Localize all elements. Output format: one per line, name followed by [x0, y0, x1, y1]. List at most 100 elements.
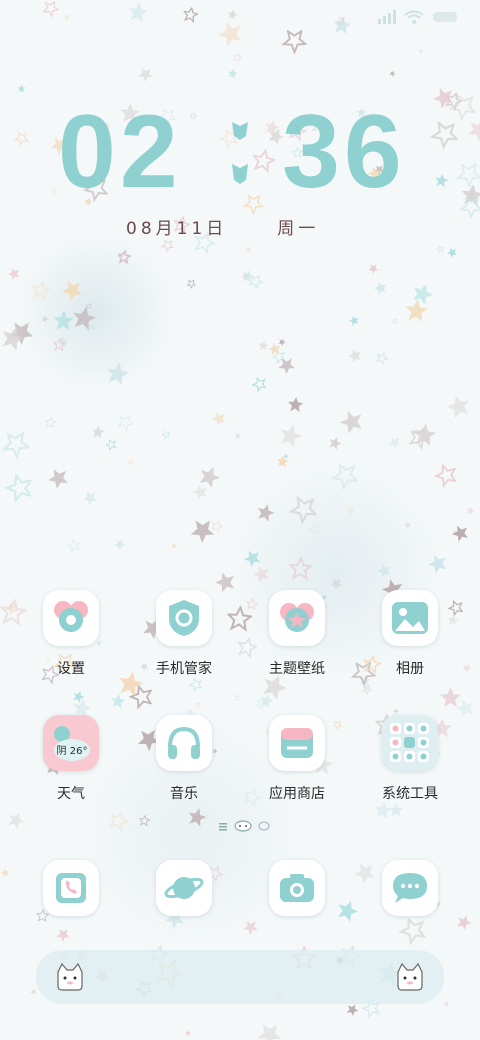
folder-icon [382, 715, 438, 771]
wallpaper-star [234, 432, 242, 440]
wallpaper-star [138, 67, 153, 83]
wallpaper-star [8, 812, 25, 829]
app-phone-manager[interactable]: 手机管家 [134, 590, 234, 678]
wallpaper-star [363, 685, 370, 692]
wallpaper-star [393, 708, 399, 715]
app-themes[interactable]: 主题壁纸 [247, 590, 347, 678]
wallpaper-star [376, 564, 390, 578]
wallpaper-star [160, 429, 171, 440]
wallpaper-star [333, 16, 352, 35]
wallpaper-star [52, 337, 67, 352]
camera-icon [280, 874, 314, 902]
app-label: 主题壁纸 [269, 661, 325, 677]
wallpaper-star [62, 281, 82, 301]
wallpaper-star [193, 702, 202, 710]
wallpaper-star [9, 322, 34, 346]
dock-camera[interactable] [269, 860, 325, 916]
wallpaper-star [368, 264, 379, 275]
wallpaper-star [190, 520, 215, 544]
wallpaper-star [408, 426, 432, 451]
wallpaper-star [107, 362, 130, 386]
wallpaper-star [171, 543, 177, 549]
wallpaper-star [211, 412, 226, 426]
wallpaper-star [41, 315, 49, 323]
wallpaper-star [375, 351, 389, 366]
wallpaper-star [283, 453, 289, 459]
wallpaper-star [192, 484, 207, 500]
app-label: 天气 [57, 786, 85, 802]
clock-minutes: 36 [282, 94, 406, 210]
status-bar [376, 10, 460, 24]
wallpaper-star [42, 0, 60, 18]
app-system-tools-folder[interactable]: 系统工具 [360, 715, 460, 803]
date-text: 08月11日 [126, 219, 228, 239]
wallpaper-star [354, 863, 375, 884]
wallpaper-star [404, 521, 412, 529]
wallpaper-star [251, 376, 267, 393]
wallpaper-star [278, 338, 286, 347]
dock-browser[interactable] [156, 860, 212, 916]
wallpaper-star [199, 466, 221, 488]
page-dot-icon [258, 821, 270, 831]
wallpaper-star [48, 469, 68, 489]
wallpaper-star [276, 455, 289, 468]
dock-phone[interactable] [43, 860, 99, 916]
wallpaper-star [391, 317, 398, 325]
wallpaper-star [245, 246, 252, 253]
wallpaper-star [127, 459, 135, 466]
app-label: 系统工具 [382, 786, 438, 802]
weekday-text: 周一 [277, 219, 320, 239]
app-weather[interactable]: 阴 26° 天气 [21, 715, 121, 803]
weather-cloud-icon: 阴 26° [43, 715, 99, 771]
page-dot-active-icon [234, 820, 252, 832]
app-store[interactable]: 应用商店 [247, 715, 347, 803]
app-label: 设置 [57, 661, 85, 677]
wallpaper-star [104, 438, 117, 451]
wallpaper-star [258, 340, 269, 351]
wallpaper-star [338, 900, 359, 922]
wallpaper-star [361, 684, 373, 696]
app-label: 手机管家 [156, 661, 212, 677]
wallpaper-star [116, 250, 131, 265]
wallpaper-star [234, 693, 242, 702]
clock-widget[interactable]: 02 36 [0, 100, 480, 210]
wallpaper-star [388, 802, 404, 817]
wallpaper-star [114, 539, 126, 551]
wallpaper-star [85, 302, 92, 310]
app-gallery[interactable]: 相册 [360, 590, 460, 678]
wallpaper-star [280, 424, 303, 448]
wallpaper-star [188, 677, 203, 693]
wallpaper-star [182, 6, 200, 23]
wallpaper-star [227, 9, 238, 20]
wallpaper-star [252, 566, 269, 583]
wallpaper-star [211, 519, 224, 534]
wallpaper-star [389, 70, 396, 77]
wallpaper-star [257, 504, 275, 522]
wallpaper-star [446, 395, 469, 419]
wallpaper-star [83, 491, 97, 505]
wallpaper-star [443, 1000, 450, 1007]
search-bar[interactable] [36, 950, 444, 1004]
wallpaper-star [128, 684, 153, 710]
wallpaper-star [388, 436, 402, 450]
wallpaper-star [436, 245, 444, 254]
wallpaper-star [91, 425, 105, 439]
app-settings[interactable]: 设置 [21, 590, 121, 678]
cat-mascot-left-icon [57, 962, 83, 991]
dock-messages[interactable] [382, 860, 438, 916]
wallpaper-star [0, 868, 9, 877]
messages-icon [393, 873, 427, 903]
wallpaper-star [227, 68, 238, 79]
app-music[interactable]: 音乐 [134, 715, 234, 803]
shield-icon [156, 590, 212, 646]
wallpaper-star [31, 280, 52, 301]
wallpaper-star [188, 808, 207, 827]
page-indicator[interactable] [218, 820, 270, 832]
wallpaper-star [44, 416, 57, 429]
browser-planet-icon [164, 877, 204, 899]
wallpaper-star [257, 1024, 282, 1040]
wallpaper-star [398, 916, 427, 946]
app-label: 应用商店 [269, 786, 325, 802]
wallpaper-star [240, 271, 251, 282]
wallpaper-star [405, 299, 429, 322]
